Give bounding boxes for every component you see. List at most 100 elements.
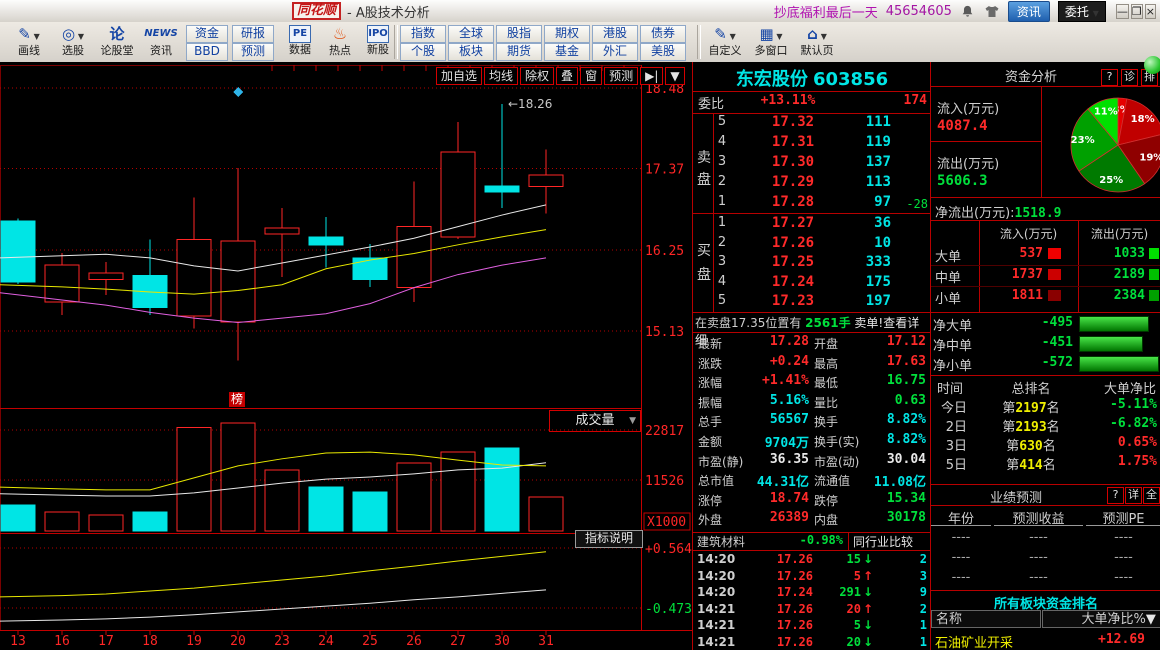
restore-button[interactable]: ❐ — [1131, 4, 1143, 19]
net-value: -451 — [1011, 335, 1073, 350]
chart-tool-窗[interactable]: 窗 — [580, 67, 602, 85]
toolbar-item-label: 热点 — [322, 44, 358, 58]
默认页-icon: ⌂ ▼ — [796, 24, 838, 44]
toolbar-item-自定义[interactable]: ✎ ▼自定义 — [704, 24, 746, 58]
toolbar-item-新股[interactable]: IPO新股 — [360, 24, 396, 57]
forecast-button-详[interactable]: 详 — [1125, 487, 1142, 504]
stat-value: 11.08亿 — [861, 471, 926, 490]
chart-tool-均线[interactable]: 均线 — [484, 67, 518, 85]
rank-badge[interactable]: 榜 — [229, 392, 245, 407]
forecast-button-?[interactable]: ? — [1107, 487, 1124, 504]
chart-tool-预测[interactable]: 预测 — [604, 67, 638, 85]
rank-cell: 第630名 — [981, 435, 1081, 454]
trade-button[interactable]: 委托 ▼ — [1058, 1, 1106, 22]
inflow-swatch — [1048, 290, 1061, 301]
main-toolbar: ✎ ▼画线◎ ▼选股论论股堂NEWS资讯资金BBD研报预测 PE数据♨热点IPO新… — [0, 22, 1160, 63]
net-flow-row: 净流出(万元):1518.9 — [935, 202, 1062, 221]
stat-value: 17.63 — [861, 354, 926, 369]
toolbar-item-数据[interactable]: PE数据 — [282, 24, 318, 57]
热点-icon: ♨ — [322, 24, 358, 44]
funds-header-button-?[interactable]: ? — [1101, 69, 1118, 86]
stat-label: 开盘 — [814, 335, 838, 352]
tick-volume: 20 — [811, 602, 861, 616]
tick-price: 17.26 — [753, 569, 813, 583]
ask-delta: -28 — [906, 197, 928, 211]
toolbar-item-多窗口[interactable]: ▦ ▼多窗口 — [750, 24, 792, 58]
toolbar-button-BBD[interactable]: BBD — [186, 43, 228, 61]
svg-text:11526: 11526 — [645, 474, 684, 489]
chart-tool-加自选[interactable]: 加自选 — [436, 67, 482, 85]
toolbar-button-资金[interactable]: 资金 — [186, 25, 228, 43]
market-button-美股[interactable]: 美股 — [640, 43, 686, 61]
market-button-期权[interactable]: 期权 — [544, 25, 590, 43]
market-button-期货[interactable]: 期货 — [496, 43, 542, 61]
market-button-全球[interactable]: 全球 — [448, 25, 494, 43]
stat-label: 市盈(静) — [698, 453, 743, 470]
tick-count: 1 — [920, 635, 927, 649]
inflow-swatch — [1048, 248, 1061, 259]
volume-indicator-dropdown[interactable]: 成交量▼ — [549, 410, 641, 432]
stat-label: 换手(实) — [814, 433, 859, 450]
quote-panel: 东宏股份 603856 委比 +13.11% 174 517.32111417.… — [692, 62, 930, 650]
v-divider — [979, 220, 980, 312]
h-divider — [931, 286, 1160, 287]
toolbar-item-热点[interactable]: ♨热点 — [322, 24, 358, 58]
outflow-value: 5606.3 — [937, 173, 988, 189]
chart-tool-除权[interactable]: 除权 — [520, 67, 554, 85]
chart-tool-▶|[interactable]: ▶| — [640, 67, 663, 85]
toolbar-item-选股[interactable]: ◎ ▼选股 — [52, 24, 94, 58]
indicator-help-button[interactable]: 指标说明 — [575, 530, 643, 548]
toolbar-item-label: 资讯 — [140, 44, 182, 58]
chart-tool-▼[interactable]: ▼ — [665, 67, 684, 85]
sector-rank-name: 石油矿业开采 — [935, 632, 1013, 650]
sector-rank-name-header: 名称 — [931, 610, 1041, 628]
toolbar-item-画线[interactable]: ✎ ▼画线 — [8, 24, 50, 58]
row-label: 大单 — [935, 246, 961, 265]
toolbar-item-论股堂[interactable]: 论论股堂 — [96, 24, 138, 58]
svg-text:18: 18 — [142, 634, 158, 649]
level: 3 — [715, 154, 729, 169]
news-button[interactable]: 资讯 — [1008, 1, 1050, 22]
shirt-icon[interactable] — [984, 3, 1000, 19]
stat-value: 17.12 — [861, 334, 926, 349]
market-button-股指[interactable]: 股指 — [496, 25, 542, 43]
sector-rank-sort-header[interactable]: 大单净比%▼ — [1042, 610, 1160, 628]
forecast-button-全[interactable]: 全 — [1143, 487, 1160, 504]
bell-icon[interactable] — [960, 3, 976, 19]
svg-text:31: 31 — [538, 634, 554, 649]
新股-icon: IPO — [367, 25, 389, 43]
tick-volume: 5 — [811, 569, 861, 583]
toolbar-button-研报[interactable]: 研报 — [232, 25, 274, 43]
sector-name[interactable]: 建筑材料 — [697, 533, 745, 550]
down-arrow-icon: ↓ — [863, 635, 873, 649]
market-button-个股[interactable]: 个股 — [400, 43, 446, 61]
stat-label: 最高 — [814, 355, 838, 372]
titlebar-right: 抄底福利最后一天 45654605 资讯 委托 ▼ —❐× — [774, 0, 1156, 22]
minimize-button[interactable]: — — [1116, 4, 1129, 19]
floating-widget-icon[interactable] — [1144, 56, 1160, 74]
volume: 137 — [821, 154, 891, 170]
market-button-港股[interactable]: 港股 — [592, 25, 638, 43]
toolbar-item-默认页[interactable]: ⌂ ▼默认页 — [796, 24, 838, 58]
svg-text:23%: 23% — [1071, 135, 1095, 146]
outflow-swatch — [1149, 290, 1159, 301]
rank-day: 3日 — [933, 435, 967, 454]
market-button-指数[interactable]: 指数 — [400, 25, 446, 43]
toolbar-item-资讯[interactable]: NEWS资讯 — [140, 24, 182, 58]
outflow-swatch — [1149, 248, 1159, 259]
toolbar-button-预测[interactable]: 预测 — [232, 43, 274, 61]
chart-tool-叠[interactable]: 叠 — [556, 67, 578, 85]
rank-pct: -5.11% — [1110, 397, 1157, 412]
svg-text:17.37: 17.37 — [645, 163, 684, 178]
market-button-债券[interactable]: 债券 — [640, 25, 686, 43]
industry-compare-button[interactable]: 同行业比较 — [853, 533, 913, 550]
market-button-板块[interactable]: 板块 — [448, 43, 494, 61]
market-button-外汇[interactable]: 外汇 — [592, 43, 638, 61]
funds-header-button-诊[interactable]: 诊 — [1121, 69, 1138, 86]
market-button-基金[interactable]: 基金 — [544, 43, 590, 61]
close-button[interactable]: × — [1145, 4, 1156, 19]
tick-count: 1 — [920, 618, 927, 632]
promo-text[interactable]: 抄底福利最后一天 — [774, 2, 878, 21]
outflow-cell: 2384 — [1083, 288, 1145, 303]
自定义-icon: ✎ ▼ — [704, 24, 746, 44]
